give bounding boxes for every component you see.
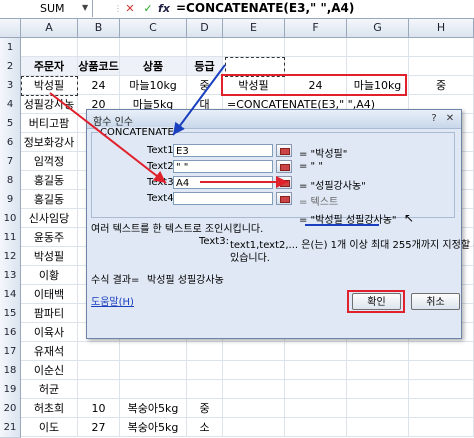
cell-c21[interactable]: 복숭아5kg	[120, 418, 187, 437]
cell-b21[interactable]: 27	[78, 418, 120, 437]
cell-a18[interactable]: 이순신	[21, 361, 78, 380]
cell-c19[interactable]	[120, 380, 187, 399]
row-header-21[interactable]: 21	[0, 418, 21, 438]
cell-f18[interactable]	[285, 361, 347, 380]
arrow-a4-to-text3	[49, 92, 167, 184]
row-header-18[interactable]: 18	[0, 361, 21, 381]
cell-a17[interactable]: 유재석	[21, 342, 78, 361]
cell-b17[interactable]	[78, 342, 120, 361]
cell-f17[interactable]	[285, 342, 347, 361]
cell-g20[interactable]	[347, 399, 409, 418]
cell-b20[interactable]: 10	[78, 399, 120, 418]
cell-f19[interactable]	[285, 380, 347, 399]
cell-h18[interactable]	[409, 361, 474, 380]
cell-c18[interactable]	[120, 361, 187, 380]
cell-e18[interactable]	[223, 361, 285, 380]
row-header-20[interactable]: 20	[0, 399, 21, 419]
cell-d18[interactable]	[187, 361, 223, 380]
cell-e21[interactable]	[223, 418, 285, 437]
cell-g17[interactable]	[347, 342, 409, 361]
cell-h21[interactable]	[409, 418, 474, 437]
annotation-overlay	[49, 64, 407, 188]
arrow-e3-to-text1	[172, 64, 226, 136]
cell-g19[interactable]	[347, 380, 409, 399]
cell-e20[interactable]	[223, 399, 285, 418]
cell-g21[interactable]	[347, 418, 409, 437]
cell-d21[interactable]: 소	[187, 418, 223, 437]
row-header-19[interactable]: 19	[0, 380, 21, 400]
cell-e17[interactable]	[223, 342, 285, 361]
cell-a21[interactable]: 이도	[21, 418, 78, 437]
cell-h17[interactable]	[409, 342, 474, 361]
cell-f21[interactable]	[285, 418, 347, 437]
cell-f20[interactable]	[285, 399, 347, 418]
cell-a19[interactable]: 허균	[21, 380, 78, 399]
cell-h19[interactable]	[409, 380, 474, 399]
cell-c20[interactable]: 복숭아5kg	[120, 399, 187, 418]
formula-cell-highlight	[221, 74, 407, 96]
cell-d19[interactable]	[187, 380, 223, 399]
cell-b19[interactable]	[78, 380, 120, 399]
cell-c17[interactable]	[120, 342, 187, 361]
cell-d17[interactable]	[187, 342, 223, 361]
cell-g18[interactable]	[347, 361, 409, 380]
cell-d20[interactable]: 중	[187, 399, 223, 418]
cell-b18[interactable]	[78, 361, 120, 380]
cell-e19[interactable]	[223, 380, 285, 399]
row-header-17[interactable]: 17	[0, 342, 21, 362]
cell-a20[interactable]: 허초희	[21, 399, 78, 418]
cell-h20[interactable]	[409, 399, 474, 418]
